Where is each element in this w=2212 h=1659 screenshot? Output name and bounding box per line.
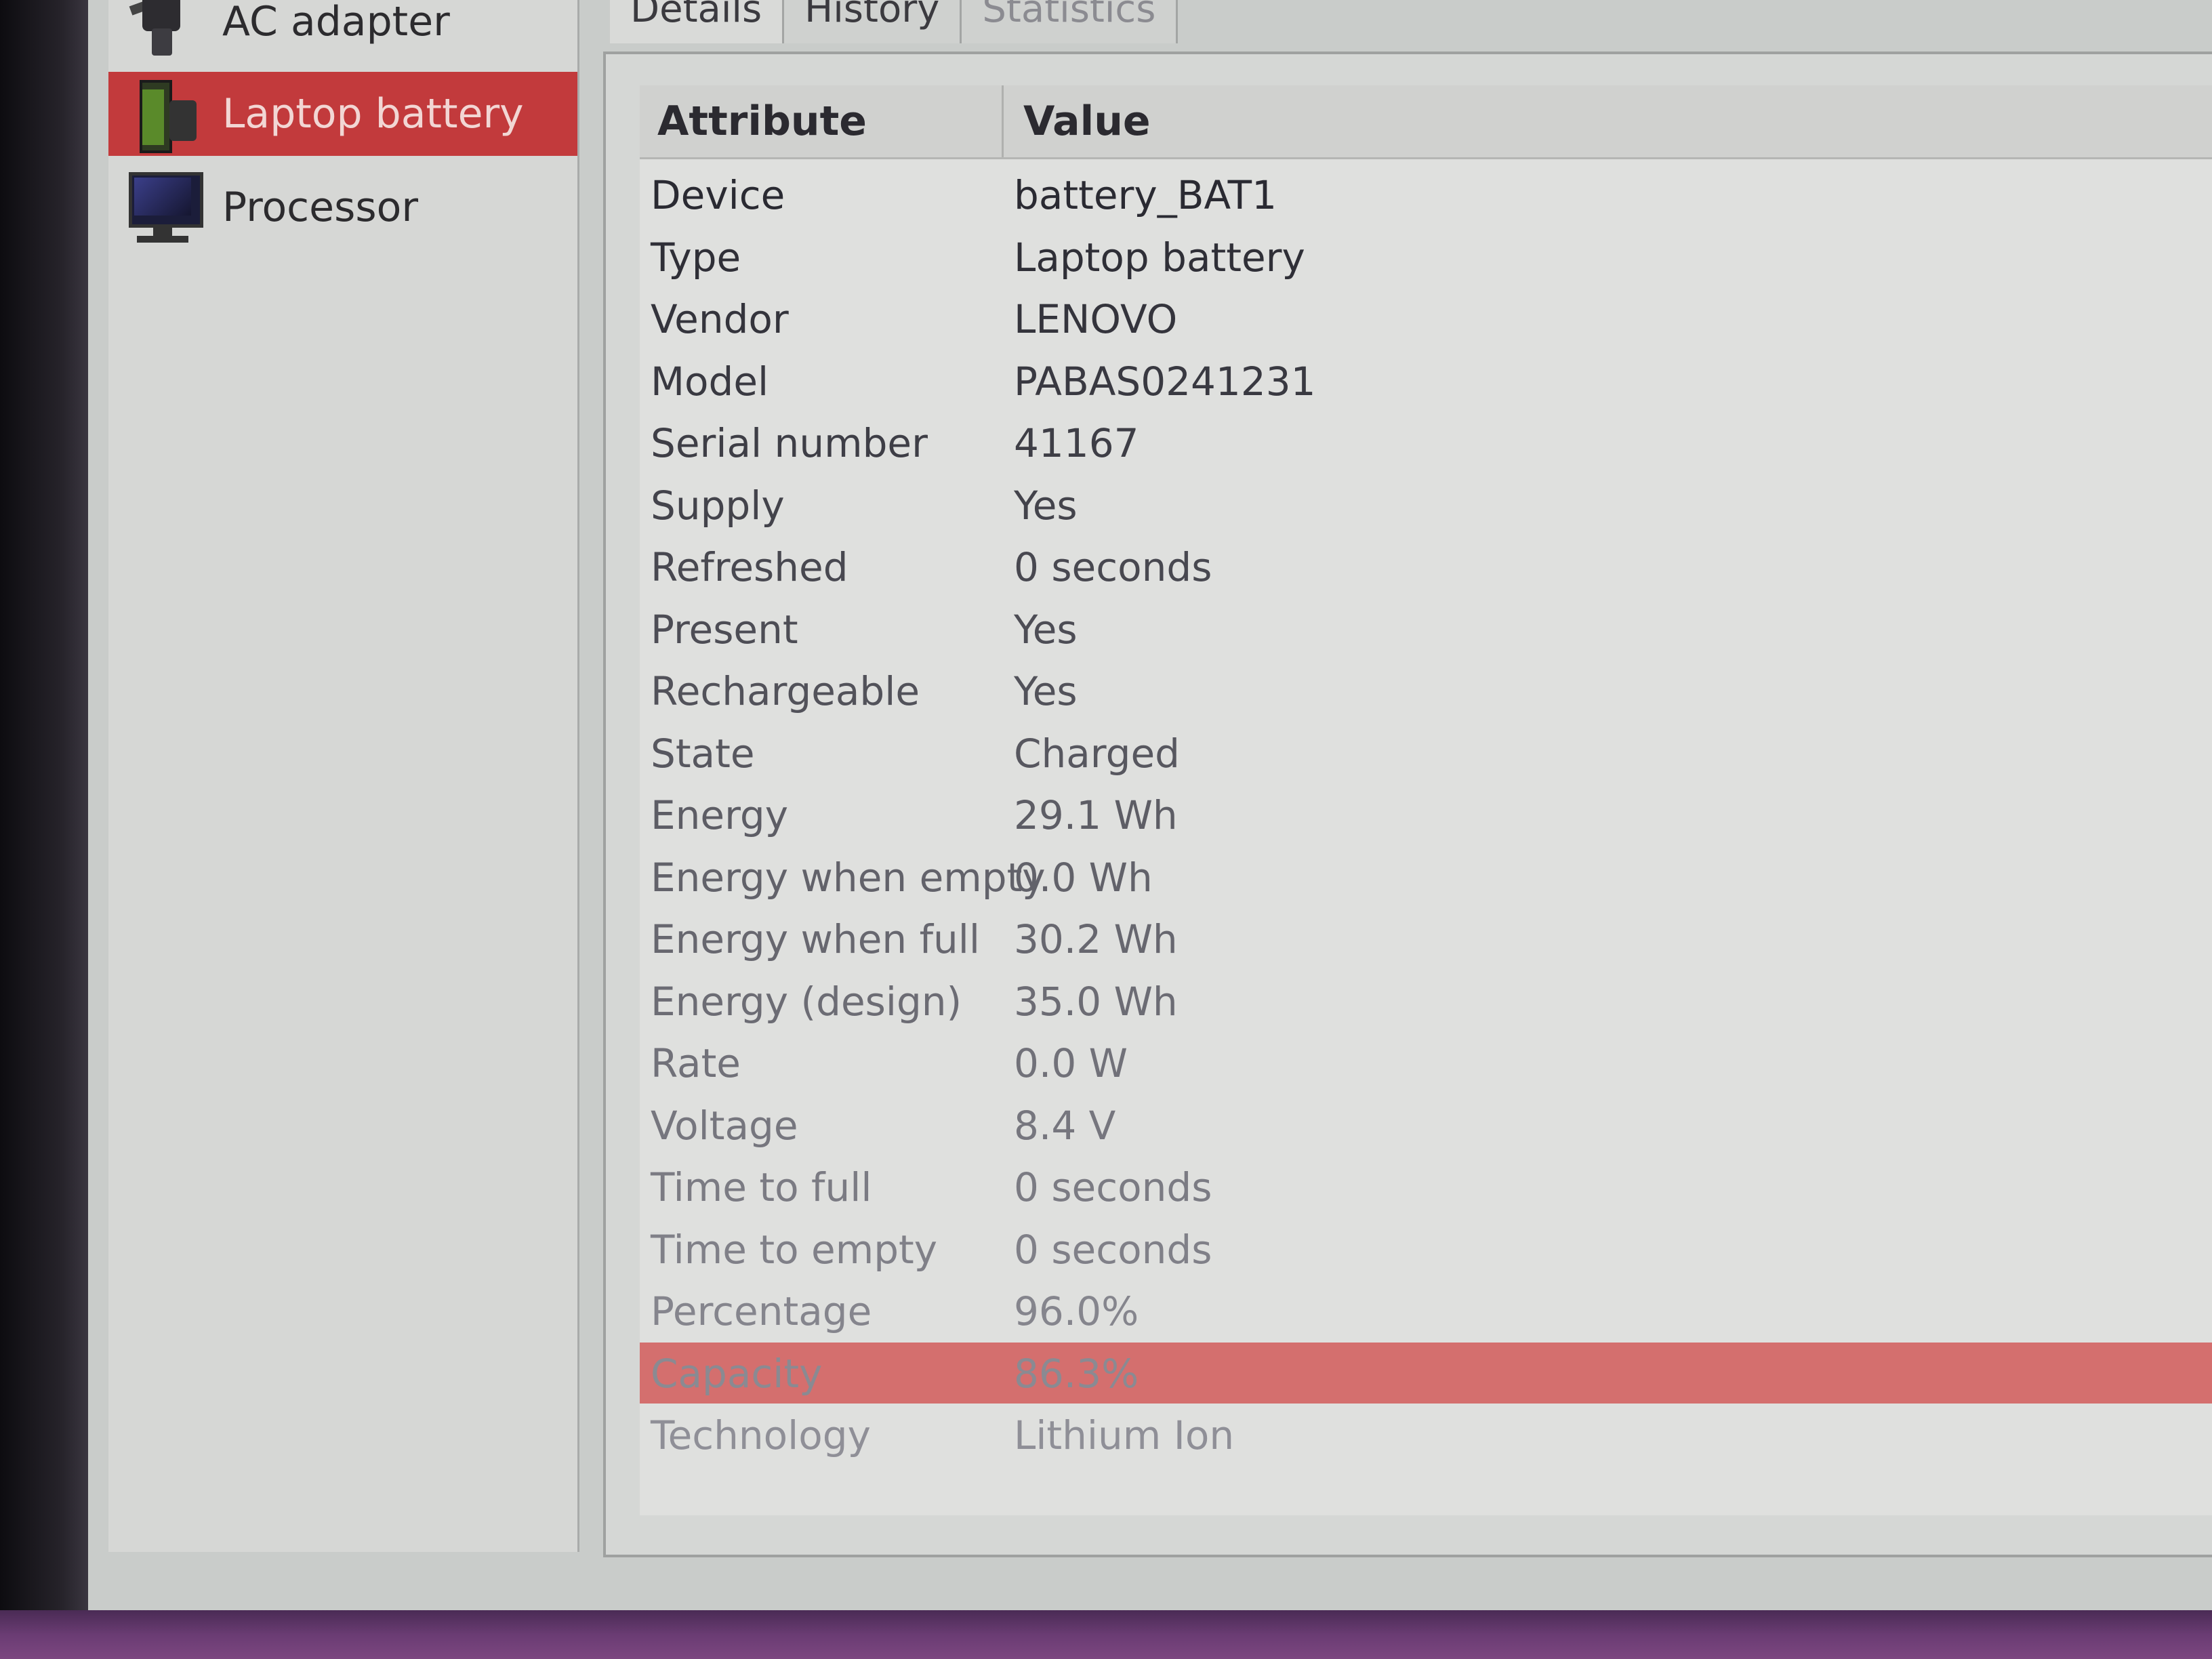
processor-icon: [122, 167, 203, 248]
screen-bezel: [0, 0, 88, 1659]
device-item-laptop-battery[interactable]: Laptop battery: [108, 72, 577, 156]
table-header: Attribute Value: [640, 85, 2212, 159]
table-row[interactable]: Type Laptop battery: [640, 226, 2212, 287]
row-value: 41167: [1014, 420, 1139, 466]
row-value: 8.4 V: [1014, 1102, 1116, 1149]
device-item-label: Laptop battery: [222, 90, 524, 138]
details-panel: Attribute Value Device battery_BAT1 Type La…: [603, 52, 2212, 1557]
column-separator: [1002, 85, 1004, 157]
row-attribute: Capacity: [651, 1350, 823, 1397]
table-row[interactable]: State Charged: [640, 722, 2212, 783]
row-attribute: Supply: [651, 482, 785, 529]
table-row[interactable]: Present Yes: [640, 598, 2212, 659]
table-row[interactable]: Model PABAS0241231: [640, 350, 2212, 411]
table-row[interactable]: Time to full 0 seconds: [640, 1156, 2212, 1217]
row-attribute: Refreshed: [651, 544, 848, 590]
row-value: 0 seconds: [1014, 1226, 1212, 1273]
tab-bar: Details History Statistics: [610, 0, 1179, 43]
table-row[interactable]: Energy when empty 0.0 Wh: [640, 846, 2212, 907]
column-header-value[interactable]: Value: [1023, 98, 1151, 145]
row-attribute: Percentage: [651, 1288, 872, 1334]
table-row[interactable]: Supply Yes: [640, 474, 2212, 535]
device-list: AC adapter Laptop battery Processor: [108, 0, 579, 1552]
table-row[interactable]: Rate 0.0 W: [640, 1032, 2212, 1093]
table-row[interactable]: Time to empty 0 seconds: [640, 1218, 2212, 1279]
row-attribute: Voltage: [651, 1102, 798, 1149]
row-value: Yes: [1014, 668, 1078, 714]
table-row[interactable]: Technology Lithium Ion: [640, 1404, 2212, 1465]
row-attribute: Technology: [651, 1412, 871, 1458]
table-row[interactable]: Rechargeable Yes: [640, 660, 2212, 721]
row-value: Yes: [1014, 482, 1078, 529]
device-item-label: Processor: [222, 184, 418, 231]
column-header-attribute[interactable]: Attribute: [657, 98, 867, 145]
row-value: 96.0%: [1014, 1288, 1139, 1334]
row-attribute: Energy: [651, 792, 789, 838]
row-value: Charged: [1014, 730, 1180, 777]
row-value: Lithium Ion: [1014, 1412, 1235, 1458]
row-value: PABAS0241231: [1014, 358, 1316, 405]
table-row[interactable]: Energy (design) 35.0 Wh: [640, 970, 2212, 1031]
table-row[interactable]: Capacity 86.3%: [640, 1342, 2212, 1404]
row-attribute: Device: [651, 172, 785, 218]
desktop-strip: [0, 1610, 2212, 1659]
tab-details[interactable]: Details: [610, 0, 785, 43]
tab-statistics[interactable]: Statistics: [962, 0, 1179, 43]
row-attribute: Present: [651, 606, 798, 653]
table-row[interactable]: Voltage 8.4 V: [640, 1094, 2212, 1155]
table-row[interactable]: Device battery_BAT1: [640, 164, 2212, 225]
device-item-ac-adapter[interactable]: AC adapter: [108, 0, 577, 64]
row-attribute: Rate: [651, 1040, 741, 1086]
battery-icon: [122, 73, 203, 155]
row-attribute: Type: [651, 234, 741, 281]
row-value: 0 seconds: [1014, 544, 1212, 590]
details-table[interactable]: Attribute Value Device battery_BAT1 Type La…: [640, 85, 2212, 1515]
row-attribute: Model: [651, 358, 769, 405]
row-attribute: Energy when empty: [651, 854, 1046, 901]
row-attribute: Time to empty: [651, 1226, 938, 1273]
row-attribute: Serial number: [651, 420, 928, 466]
row-value: 35.0 Wh: [1014, 978, 1178, 1025]
table-row[interactable]: Vendor LENOVO: [640, 288, 2212, 349]
row-attribute: Time to full: [651, 1164, 872, 1210]
row-attribute: Vendor: [651, 296, 789, 342]
row-value: 30.2 Wh: [1014, 916, 1178, 962]
table-row[interactable]: Refreshed 0 seconds: [640, 536, 2212, 597]
row-attribute: State: [651, 730, 755, 777]
row-value: battery_BAT1: [1014, 172, 1277, 218]
row-attribute: Energy (design): [651, 978, 962, 1025]
row-value: 86.3%: [1014, 1350, 1139, 1397]
power-statistics-window: AC adapter Laptop battery Processor Deta…: [88, 0, 2212, 1610]
device-item-processor[interactable]: Processor: [108, 165, 577, 249]
device-item-label: AC adapter: [222, 0, 450, 45]
row-value: LENOVO: [1014, 296, 1178, 342]
row-value: 29.1 Wh: [1014, 792, 1178, 838]
row-value: Yes: [1014, 606, 1078, 653]
table-row[interactable]: Energy when full 30.2 Wh: [640, 908, 2212, 969]
row-value: Laptop battery: [1014, 234, 1305, 281]
tab-history[interactable]: History: [784, 0, 962, 43]
table-row[interactable]: Serial number 41167: [640, 412, 2212, 473]
ac-adapter-icon: [122, 0, 203, 62]
row-attribute: Energy when full: [651, 916, 980, 962]
row-attribute: Rechargeable: [651, 668, 920, 714]
table-row[interactable]: Percentage 96.0%: [640, 1280, 2212, 1341]
table-row[interactable]: Energy 29.1 Wh: [640, 784, 2212, 845]
row-value: 0.0 Wh: [1014, 854, 1153, 901]
row-value: 0 seconds: [1014, 1164, 1212, 1210]
row-value: 0.0 W: [1014, 1040, 1128, 1086]
